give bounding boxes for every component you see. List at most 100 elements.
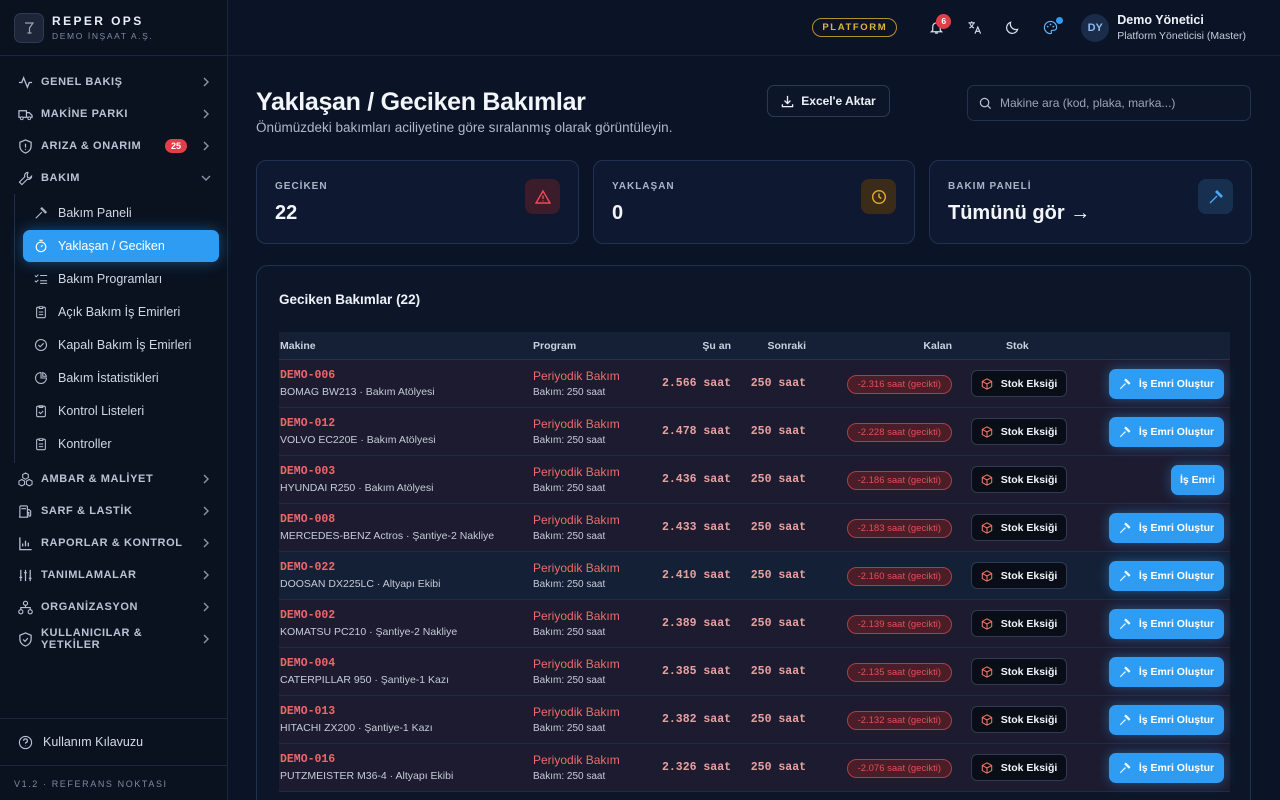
program-cell: Periyodik Bakım Bakım: 250 saat [533,705,643,734]
sidebar-item-acik-bakim[interactable]: Açık Bakım İş Emirleri [23,296,219,328]
user-role: Platform Yöneticisi (Master) [1117,30,1246,42]
column-header-remaining[interactable]: Kalan [806,340,952,352]
stock-shortage-button[interactable]: Stok Eksiği [971,370,1067,397]
sidebar-item-kontroller[interactable]: Kontroller [23,428,219,460]
hammer-icon [1119,569,1131,581]
program-cell: Periyodik Bakım Bakım: 250 saat [533,513,643,542]
sidebar-item-sarf-lastik[interactable]: SARF & LASTİK [0,495,227,527]
stock-shortage-button[interactable]: Stok Eksiği [971,514,1067,541]
package-icon [981,377,992,390]
machine-description: KOMATSU PC210 · Şantiye-2 Nakliye [280,626,458,638]
machine-code-link[interactable]: DEMO-016 [280,753,533,766]
table-row[interactable]: DEMO-022 DOOSAN DX225LC · Altyapı Ekibi Pe… [279,552,1230,600]
current-hours: 2.410 saat [661,569,731,582]
stock-shortage-button[interactable]: Stok Eksiği [971,562,1067,589]
create-work-order-button[interactable]: İş Emri Oluştur [1109,656,1224,687]
table-row[interactable]: DEMO-004 CATERPILLAR 950 · Şantiye-1 Kazı… [279,648,1230,696]
sidebar-item-yaklasan-geciken[interactable]: Yaklaşan / Geciken [23,230,219,262]
column-header-now[interactable]: Şu an [643,340,731,352]
stock-shortage-button[interactable]: Stok Eksiği [971,418,1067,445]
table-row[interactable]: DEMO-002 KOMATSU PC210 · Şantiye-2 Nakliy… [279,600,1230,648]
machine-code-link[interactable]: DEMO-008 [280,513,533,526]
clipboard-list-icon [36,438,46,451]
brand-subtitle: DEMO İNŞAAT A.Ş. [52,31,154,41]
brand-name: REPER OPS [52,14,144,28]
column-header-next[interactable]: Sonraki [731,340,806,352]
remaining-badge: -2.316 saat (gecikti) [846,374,952,394]
see-all-link[interactable]: Tümünü gör → [948,202,1090,225]
sidebar-item-kontrol-listeleri[interactable]: Kontrol Listeleri [23,395,219,427]
stock-shortage-button[interactable]: Stok Eksiği [971,610,1067,637]
stock-shortage-button[interactable]: Stok Eksiği [971,706,1067,733]
machine-code-link[interactable]: DEMO-013 [280,705,533,718]
sidebar-item-bakim-programlari[interactable]: Bakım Programları [23,263,219,295]
sidebar-item-bakim-istatistikleri[interactable]: Bakım İstatistikleri [23,362,219,394]
sidebar-item-ariza-onarim[interactable]: ARIZA & ONARIM 25 [0,130,227,162]
table-row[interactable]: DEMO-012 VOLVO EC220E · Bakım Atölyesi Per… [279,408,1230,456]
machine-code-link[interactable]: DEMO-002 [280,609,533,622]
export-excel-button[interactable]: Excel'e Aktar [767,85,890,117]
machine-code-link[interactable]: DEMO-006 [280,369,533,382]
sidebar-item-ambar-maliyet[interactable]: AMBAR & MALİYET [0,463,227,495]
sidebar-item-kapali-bakim[interactable]: Kapalı Bakım İş Emirleri [23,329,219,361]
network-icon [18,600,33,614]
sidebar-item-organizasyon[interactable]: ORGANİZASYON [0,591,227,623]
machine-cell: DEMO-003 HYUNDAI R250 · Bakım Atölyesi [279,465,533,494]
platform-badge[interactable]: PLATFORM [812,18,898,37]
remaining-badge: -2.186 saat (gecikti) [846,470,952,490]
machine-search[interactable] [967,85,1251,121]
maintenance-panel-card[interactable]: BAKIM PANELİ Tümünü gör → [929,160,1252,244]
create-work-order-button[interactable]: İş Emri Oluştur [1109,608,1224,639]
sidebar-item-kullanicilar[interactable]: KULLANICILAR & YETKİLER [0,623,227,655]
create-work-order-button[interactable]: İş Emri Oluştur [1109,416,1224,447]
user-guide-link[interactable]: Kullanım Kılavuzu [0,719,227,765]
sidebar-item-tanimlamalar[interactable]: TANIMLAMALAR [0,559,227,591]
machine-code-link[interactable]: DEMO-012 [280,417,533,430]
stock-shortage-button[interactable]: Stok Eksiği [971,658,1067,685]
logo-icon [14,12,44,43]
machine-description: PUTZMEISTER M36-4 · Altyapı Ekibi [280,770,454,782]
program-name: Periyodik Bakım [533,609,620,623]
table-row[interactable]: DEMO-013 HITACHI ZX200 · Şantiye-1 Kazı Pe… [279,696,1230,744]
sidebar-item-label: Bakım Programları [58,272,163,286]
sidebar-item-bakim[interactable]: BAKIM [0,162,227,194]
column-header-stock[interactable]: Stok [952,340,1067,352]
avatar[interactable]: DY [1081,13,1110,42]
sidebar-item-makine-parki[interactable]: MAKİNE PARKI [0,98,227,130]
table-row[interactable]: DEMO-006 BOMAG BW213 · Bakım Atölyesi Peri… [279,360,1230,408]
user-menu[interactable]: Demo Yönetici Platform Yöneticisi (Maste… [1117,13,1246,42]
sidebar-nav: GENEL BAKIŞ MAKİNE PARKI ARIZA & ONARIM … [0,56,227,655]
theme-toggle-button[interactable] [995,11,1029,45]
machine-description: MERCEDES-BENZ Actros · Şantiye-2 Nakliye [280,530,495,542]
sidebar-item-raporlar[interactable]: RAPORLAR & KONTROL [0,527,227,559]
create-work-order-button[interactable]: İş Emri Oluştur [1109,512,1224,543]
stock-shortage-button[interactable]: Stok Eksiği [971,466,1067,493]
column-header-machine[interactable]: Makine [279,340,533,352]
create-work-order-button[interactable]: İş Emri Oluştur [1109,752,1224,783]
hammer-icon [35,206,48,219]
create-work-order-button[interactable]: İş Emri Oluştur [1109,704,1224,735]
truck-icon [18,109,33,120]
table-row[interactable]: DEMO-016 PUTZMEISTER M36-4 · Altyapı Ekib… [279,744,1230,792]
column-header-program[interactable]: Program [533,340,643,352]
search-input[interactable] [1000,96,1230,110]
palette-button[interactable] [1033,11,1067,45]
stock-shortage-button[interactable]: Stok Eksiği [971,754,1067,781]
export-excel-label: Excel'e Aktar [801,94,876,108]
notifications-button[interactable]: 6 [919,11,953,45]
program-cell: Periyodik Bakım Bakım: 250 saat [533,657,643,686]
remaining-badge: -2.132 saat (gecikti) [846,710,952,730]
table-row[interactable]: DEMO-008 MERCEDES-BENZ Actros · Şantiye-2… [279,504,1230,552]
sidebar-item-bakim-paneli[interactable]: Bakım Paneli [23,197,219,229]
table-row[interactable]: DEMO-003 HYUNDAI R250 · Bakım Atölyesi Per… [279,456,1230,504]
machine-code-link[interactable]: DEMO-004 [280,657,533,670]
brand[interactable]: REPER OPS DEMO İNŞAAT A.Ş. [0,0,227,56]
stock-shortage-label: Stok Eksiği [1000,473,1058,486]
language-button[interactable] [957,11,991,45]
create-work-order-button[interactable]: İş Emri [1171,464,1224,495]
sidebar-item-genel-bakis[interactable]: GENEL BAKIŞ [0,66,227,98]
machine-code-link[interactable]: DEMO-022 [280,561,533,574]
create-work-order-button[interactable]: İş Emri Oluştur [1109,368,1224,399]
create-work-order-button[interactable]: İş Emri Oluştur [1109,560,1224,591]
machine-code-link[interactable]: DEMO-003 [280,465,533,478]
